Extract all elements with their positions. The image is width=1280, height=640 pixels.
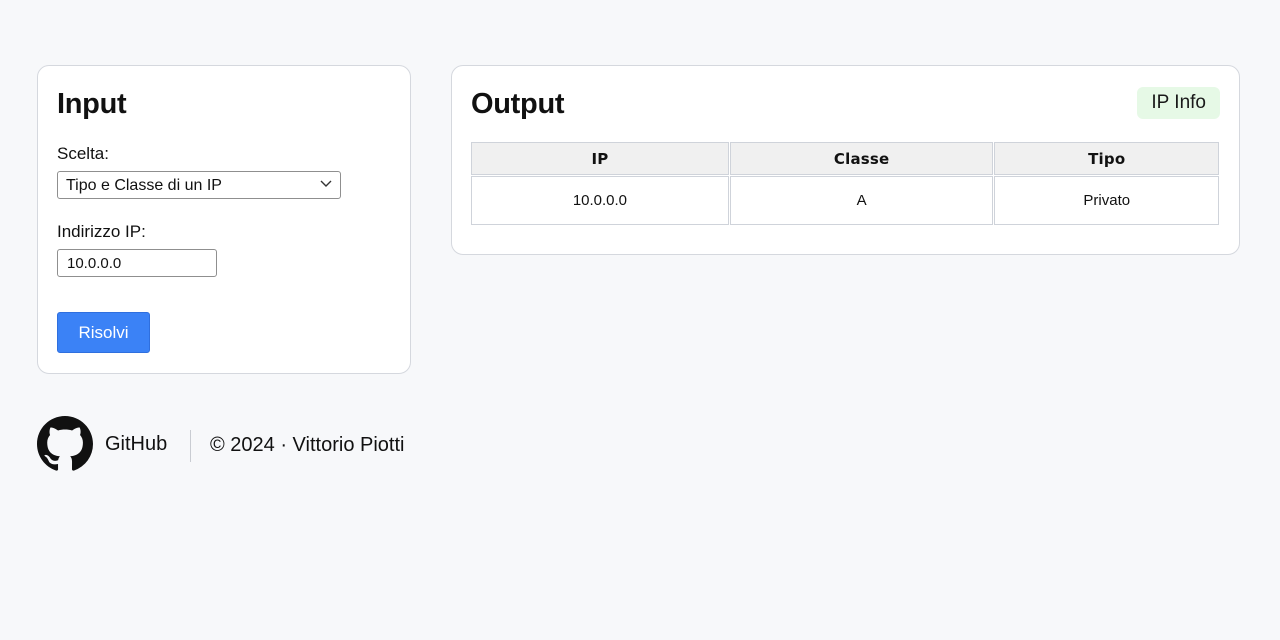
choice-select-value: Tipo e Classe di un IP bbox=[66, 177, 222, 194]
choice-label: Scelta: bbox=[57, 144, 109, 163]
ip-label: Indirizzo IP: bbox=[57, 222, 146, 241]
cell-type: Privato bbox=[994, 176, 1219, 225]
cell-ip: 10.0.0.0 bbox=[471, 176, 729, 225]
footer: GitHub © 2024 · Vittorio Piotti bbox=[37, 416, 457, 472]
footer-divider bbox=[190, 430, 191, 462]
header-ip: IP bbox=[471, 142, 729, 175]
github-link[interactable]: GitHub bbox=[105, 433, 167, 456]
output-panel: Output IP Info IP Classe Tipo 10.0.0.0 A… bbox=[451, 65, 1240, 255]
copyright-text: © 2024 · Vittorio Piotti bbox=[210, 434, 405, 456]
choice-select[interactable]: Tipo e Classe di un IP bbox=[57, 171, 341, 199]
ip-address-input[interactable]: 10.0.0.0 bbox=[57, 249, 217, 277]
resolve-button[interactable]: Risolvi bbox=[57, 312, 150, 353]
result-table: IP Classe Tipo 10.0.0.0 A Privato bbox=[470, 141, 1220, 226]
table-row: 10.0.0.0 A Privato bbox=[471, 176, 1219, 225]
header-type: Tipo bbox=[994, 142, 1219, 175]
chevron-down-icon bbox=[320, 180, 332, 187]
output-title: Output bbox=[471, 88, 565, 120]
input-title: Input bbox=[57, 88, 127, 120]
table-header-row: IP Classe Tipo bbox=[471, 142, 1219, 175]
input-panel: Input Scelta: Tipo e Classe di un IP Ind… bbox=[37, 65, 411, 374]
github-icon[interactable] bbox=[37, 416, 93, 472]
header-class: Classe bbox=[729, 142, 994, 175]
ip-info-badge: IP Info bbox=[1137, 87, 1220, 119]
cell-class: A bbox=[729, 176, 994, 225]
